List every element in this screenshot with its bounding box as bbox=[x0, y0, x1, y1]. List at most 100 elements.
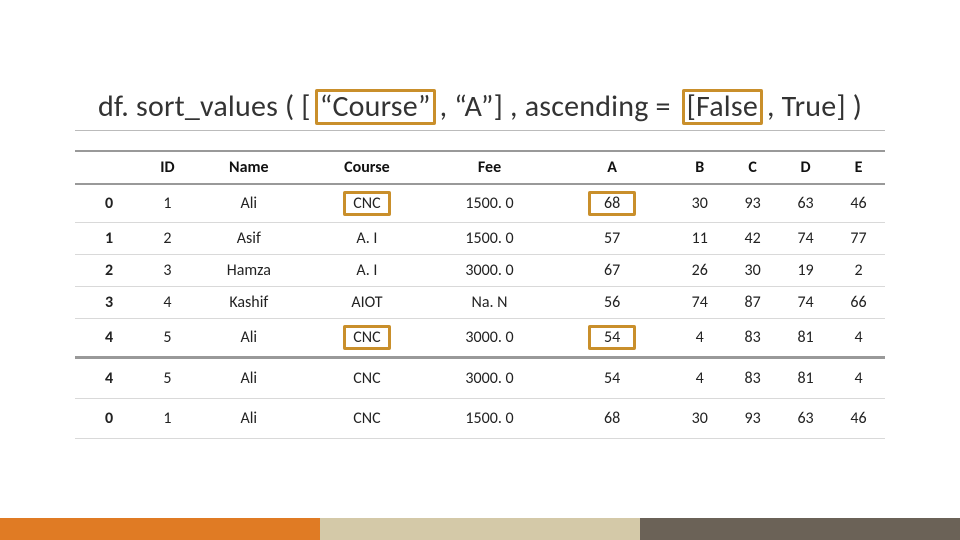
cell: 63 bbox=[779, 184, 832, 223]
slide: { "title": { "parts": [ { "text": "df. s… bbox=[0, 0, 960, 540]
table-row: 23HamzaA. I3000. 0672630192 bbox=[75, 255, 885, 287]
title-highlight: “Course” bbox=[315, 89, 436, 125]
title-code: df. sort_values ( [“Course”, “A”] , asce… bbox=[96, 88, 864, 125]
cell: Ali bbox=[192, 358, 306, 399]
cell: 74 bbox=[779, 287, 832, 319]
cell: 30 bbox=[673, 399, 726, 439]
cell: 42 bbox=[726, 223, 779, 255]
cell: 4 bbox=[832, 319, 885, 358]
cell: 3000. 0 bbox=[428, 255, 551, 287]
cell: 30 bbox=[673, 184, 726, 223]
table-row: 12AsifA. I1500. 05711427477 bbox=[75, 223, 885, 255]
cell: 2 bbox=[143, 223, 192, 255]
cell: 1500. 0 bbox=[428, 184, 551, 223]
title-text: , True] ) bbox=[765, 88, 864, 125]
cell: 5 bbox=[143, 358, 192, 399]
cell: 68 bbox=[551, 399, 673, 439]
cell: AIOT bbox=[306, 287, 428, 319]
cell: 77 bbox=[832, 223, 885, 255]
cell: 46 bbox=[832, 399, 885, 439]
cell: A. I bbox=[306, 223, 428, 255]
cell: 30 bbox=[726, 255, 779, 287]
cell: 66 bbox=[832, 287, 885, 319]
col-e: E bbox=[832, 151, 885, 184]
cell: Kashif bbox=[192, 287, 306, 319]
cell: 1500. 0 bbox=[428, 223, 551, 255]
cell: 3000. 0 bbox=[428, 358, 551, 399]
cell: 4 bbox=[832, 358, 885, 399]
cell: 1500. 0 bbox=[428, 399, 551, 439]
dataframe-table: IDNameCourseFeeABCDE 01AliCNC1500. 06830… bbox=[75, 150, 885, 439]
cell: CNC bbox=[306, 358, 428, 399]
cell: CNC bbox=[306, 184, 428, 223]
table-row: 45AliCNC3000. 054483814 bbox=[75, 358, 885, 399]
col-c: C bbox=[726, 151, 779, 184]
cell: 2 bbox=[832, 255, 885, 287]
cell: 19 bbox=[779, 255, 832, 287]
highlighted-cell: 54 bbox=[588, 325, 636, 350]
title-highlight: [False bbox=[682, 89, 763, 125]
highlighted-cell: CNC bbox=[343, 325, 391, 350]
col-b: B bbox=[673, 151, 726, 184]
highlighted-cell: CNC bbox=[343, 191, 391, 216]
cell: 54 bbox=[551, 358, 673, 399]
cell: 87 bbox=[726, 287, 779, 319]
cell: 4 bbox=[673, 319, 726, 358]
cell: 81 bbox=[779, 358, 832, 399]
cell: 11 bbox=[673, 223, 726, 255]
cell: 68 bbox=[551, 184, 673, 223]
title-row: df. sort_values ( [“Course”, “A”] , asce… bbox=[0, 88, 960, 125]
row-index: 2 bbox=[75, 255, 143, 287]
table-row: 34KashifAIOTNa. N5674877466 bbox=[75, 287, 885, 319]
col-a: A bbox=[551, 151, 673, 184]
table-header-row: IDNameCourseFeeABCDE bbox=[75, 151, 885, 184]
cell: A. I bbox=[306, 255, 428, 287]
cell: 74 bbox=[779, 223, 832, 255]
highlighted-cell: 68 bbox=[588, 191, 636, 216]
footer-stripe-brown bbox=[640, 518, 960, 540]
cell: 3 bbox=[143, 255, 192, 287]
cell: Ali bbox=[192, 399, 306, 439]
col-fee: Fee bbox=[428, 151, 551, 184]
col-course: Course bbox=[306, 151, 428, 184]
cell: 57 bbox=[551, 223, 673, 255]
title-underline bbox=[75, 130, 885, 131]
footer-stripe-orange bbox=[0, 518, 320, 540]
cell: 83 bbox=[726, 358, 779, 399]
cell: Ali bbox=[192, 184, 306, 223]
row-index: 1 bbox=[75, 223, 143, 255]
cell: CNC bbox=[306, 399, 428, 439]
col-d: D bbox=[779, 151, 832, 184]
table: IDNameCourseFeeABCDE 01AliCNC1500. 06830… bbox=[75, 150, 885, 439]
cell: Na. N bbox=[428, 287, 551, 319]
cell: 63 bbox=[779, 399, 832, 439]
table-body-sorted: 45AliCNC3000. 05448381401AliCNC1500. 068… bbox=[75, 358, 885, 439]
cell: 56 bbox=[551, 287, 673, 319]
cell: 54 bbox=[551, 319, 673, 358]
col-name: Name bbox=[192, 151, 306, 184]
table-row: 01Ali CNC 1500. 0 68 30936346 bbox=[75, 184, 885, 223]
cell: 93 bbox=[726, 184, 779, 223]
cell: 26 bbox=[673, 255, 726, 287]
col-index bbox=[75, 151, 143, 184]
title-text: , “A”] , ascending = bbox=[438, 88, 680, 125]
row-index: 3 bbox=[75, 287, 143, 319]
cell: 83 bbox=[726, 319, 779, 358]
cell: 5 bbox=[143, 319, 192, 358]
cell: 46 bbox=[832, 184, 885, 223]
cell: 1 bbox=[143, 399, 192, 439]
row-index: 4 bbox=[75, 319, 143, 358]
cell: Asif bbox=[192, 223, 306, 255]
cell: 4 bbox=[673, 358, 726, 399]
cell: 81 bbox=[779, 319, 832, 358]
table-row: 01AliCNC1500. 06830936346 bbox=[75, 399, 885, 439]
footer-bar bbox=[0, 518, 960, 540]
table-row: 45AliCNC3000. 054483814 bbox=[75, 319, 885, 358]
cell: 93 bbox=[726, 399, 779, 439]
cell: 4 bbox=[143, 287, 192, 319]
row-index: 0 bbox=[75, 399, 143, 439]
cell: 1 bbox=[143, 184, 192, 223]
row-index: 0 bbox=[75, 184, 143, 223]
cell: 67 bbox=[551, 255, 673, 287]
cell: 74 bbox=[673, 287, 726, 319]
